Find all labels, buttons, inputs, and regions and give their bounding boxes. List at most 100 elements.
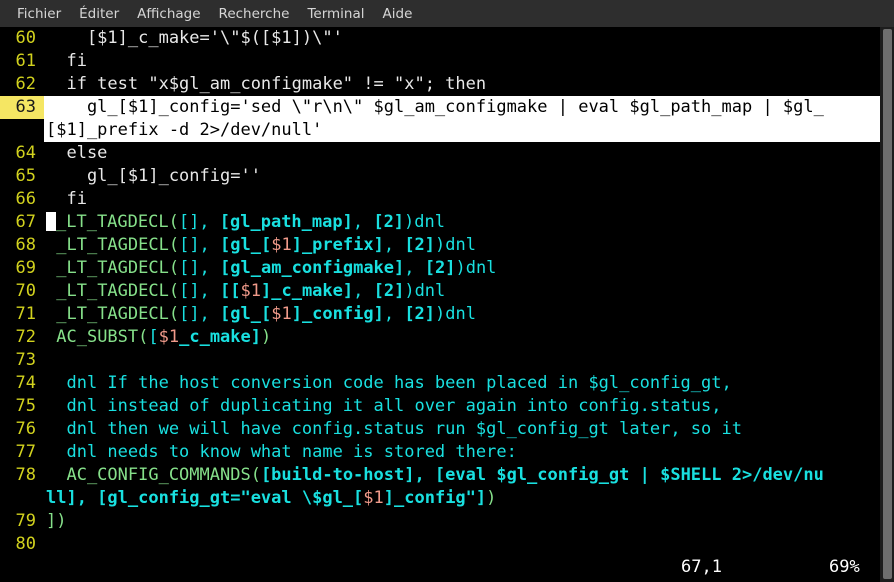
- menu-bar: Fichier Éditer Affichage Recherche Termi…: [0, 0, 894, 27]
- macro-name: _LT_TAGDECL(: [56, 235, 180, 255]
- line-content: gl_[$1]_config='': [46, 166, 261, 186]
- line-number: 79: [15, 511, 36, 531]
- line-content: fi: [46, 189, 87, 209]
- macro-name: _LT_TAGDECL(: [56, 304, 180, 324]
- line-content-comment: dnl If the host conversion code has been…: [46, 373, 732, 393]
- macro-name: _LT_TAGDECL(: [56, 258, 180, 278]
- code-line[interactable]: 79 ]): [0, 510, 880, 533]
- bracket-token: ,: [352, 212, 374, 232]
- line-content-comment: dnl needs to know what name is stored th…: [46, 442, 517, 462]
- code-line[interactable]: 76 dnl then we will have config.status r…: [0, 418, 880, 441]
- macro-name: _LT_TAGDECL(: [56, 281, 180, 301]
- line-number: 78: [15, 465, 36, 485]
- bracket-arg: _c_make]: [179, 327, 261, 347]
- scrollbar-thumb[interactable]: [883, 29, 892, 579]
- bracket-token: ,: [383, 235, 405, 255]
- line-number: 73: [15, 350, 36, 370]
- menu-item-editer[interactable]: Éditer: [70, 3, 128, 25]
- line-number: 68: [15, 235, 36, 255]
- macro-name: _LT_TAGDECL(: [56, 212, 179, 232]
- code-line[interactable]: 65 gl_[$1]_config='': [0, 165, 880, 188]
- menu-item-recherche[interactable]: Recherche: [210, 3, 299, 25]
- line-number: 76: [15, 419, 36, 439]
- bracket-token: ,: [353, 281, 374, 301]
- bracket-arg: [gl_[: [220, 304, 272, 324]
- bracket-token: )dnl: [404, 212, 445, 232]
- bracket-arg: ]_prefix]: [291, 235, 384, 255]
- paren-close: ): [486, 488, 497, 508]
- line-content-comment: dnl instead of duplicating it all over a…: [46, 396, 722, 416]
- vertical-scrollbar[interactable]: [880, 27, 894, 582]
- bracket-token: [],: [179, 235, 221, 255]
- bracket-arg: ]_config]: [291, 304, 384, 324]
- code-line[interactable]: 71 _LT_TAGDECL([], [gl_[$1]_config], [2]…: [0, 303, 880, 326]
- line-content: [$1]_c_make='\"$([$1])\"': [46, 28, 343, 48]
- bracket-arg: [[: [220, 281, 241, 301]
- line-content: ]): [46, 511, 67, 531]
- line-content: _LT_TAGDECL([], [gl_[$1]_config], [2])dn…: [44, 303, 880, 326]
- variable-token: $1: [363, 488, 384, 508]
- variable-token: $1: [158, 327, 180, 347]
- variable-token: $1: [240, 281, 261, 301]
- code-line[interactable]: 62 if test "x$gl_am_configmake" != "x"; …: [0, 73, 880, 96]
- bracket-arg: [2]: [424, 258, 456, 278]
- code-line-cursor[interactable]: 67 _LT_TAGDECL([], [gl_path_map], [2])dn…: [0, 211, 880, 234]
- bracket-arg: ]_config"]: [383, 488, 487, 508]
- line-number: 75: [15, 396, 36, 416]
- paren-close: ): [261, 327, 272, 347]
- line-number: 64: [15, 143, 36, 163]
- code-line-current-wrap[interactable]: [$1]_prefix -d 2>/dev/null': [0, 119, 880, 142]
- line-number: 71: [15, 304, 36, 324]
- line-content: if test "x$gl_am_configmake" != "x"; the…: [46, 74, 487, 94]
- menu-item-affichage[interactable]: Affichage: [128, 3, 209, 25]
- code-line[interactable]: 66 fi: [0, 188, 880, 211]
- macro-name: AC_CONFIG_COMMANDS(: [46, 465, 261, 485]
- code-line-wrap[interactable]: ll], [gl_config_gt="eval \$gl_[$1]_confi…: [0, 487, 880, 510]
- line-content-comment: dnl then we will have config.status run …: [46, 419, 742, 439]
- code-line[interactable]: 69 _LT_TAGDECL([], [gl_am_configmake], […: [0, 257, 880, 280]
- line-number: 66: [15, 189, 36, 209]
- bracket-token: [],: [179, 258, 221, 278]
- line-content: else: [46, 143, 108, 163]
- line-number: 72: [15, 327, 36, 347]
- bracket-arg: [2]: [404, 304, 436, 324]
- menu-item-aide[interactable]: Aide: [374, 3, 422, 25]
- text-cursor: [46, 212, 56, 231]
- bracket-token: )dnl: [435, 235, 476, 255]
- code-line[interactable]: 72 AC_SUBST([$1_c_make]): [0, 326, 880, 349]
- bracket-arg: [2]: [373, 212, 405, 232]
- bracket-token: ,: [383, 304, 405, 324]
- line-number: 60: [15, 28, 36, 48]
- code-line[interactable]: 60 [$1]_c_make='\"$([$1])\"': [0, 27, 880, 50]
- code-line[interactable]: 70 _LT_TAGDECL([], [[$1]_c_make], [2])dn…: [0, 280, 880, 303]
- code-line-current[interactable]: 63 gl_[$1]_config='sed \"r\n\" $gl_am_co…: [0, 96, 880, 119]
- line-content-wrapped: [$1]_prefix -d 2>/dev/null': [44, 119, 880, 142]
- bracket-token: [],: [179, 304, 221, 324]
- menu-item-fichier[interactable]: Fichier: [8, 3, 70, 25]
- line-number: 70: [15, 281, 36, 301]
- code-line[interactable]: 74 dnl If the host conversion code has b…: [0, 372, 880, 395]
- menu-item-terminal[interactable]: Terminal: [298, 3, 373, 25]
- code-area[interactable]: 60 [$1]_c_make='\"$([$1])\"' 61 fi 62 if…: [0, 27, 880, 550]
- line-number: 62: [15, 74, 36, 94]
- code-line[interactable]: 68 _LT_TAGDECL([], [gl_[$1]_prefix], [2]…: [0, 234, 880, 257]
- code-line[interactable]: 64 else: [0, 142, 880, 165]
- code-line[interactable]: 73: [0, 349, 880, 372]
- line-content: AC_CONFIG_COMMANDS([build-to-host], [eva…: [44, 464, 880, 487]
- bracket-arg: [2]: [373, 281, 405, 301]
- code-line[interactable]: 77 dnl needs to know what name is stored…: [0, 441, 880, 464]
- bracket-token: [],: [179, 281, 221, 301]
- line-number: 67: [15, 212, 36, 232]
- line-content: _LT_TAGDECL([], [gl_path_map], [2])dnl: [44, 211, 880, 234]
- code-line[interactable]: 78 AC_CONFIG_COMMANDS([build-to-host], […: [0, 464, 880, 487]
- bracket-token: [],: [178, 212, 220, 232]
- bracket-token: [: [353, 488, 364, 508]
- variable-token: $1: [271, 304, 292, 324]
- code-line[interactable]: 61 fi: [0, 50, 880, 73]
- editor-viewport[interactable]: 60 [$1]_c_make='\"$([$1])\"' 61 fi 62 if…: [0, 27, 894, 582]
- code-line[interactable]: 80: [0, 533, 880, 550]
- line-number: 80: [15, 534, 36, 550]
- line-content-wrapped: ll], [gl_config_gt="eval \$gl_[$1]_confi…: [44, 487, 880, 510]
- bracket-arg: [gl_am_configmake]: [220, 258, 405, 278]
- code-line[interactable]: 75 dnl instead of duplicating it all ove…: [0, 395, 880, 418]
